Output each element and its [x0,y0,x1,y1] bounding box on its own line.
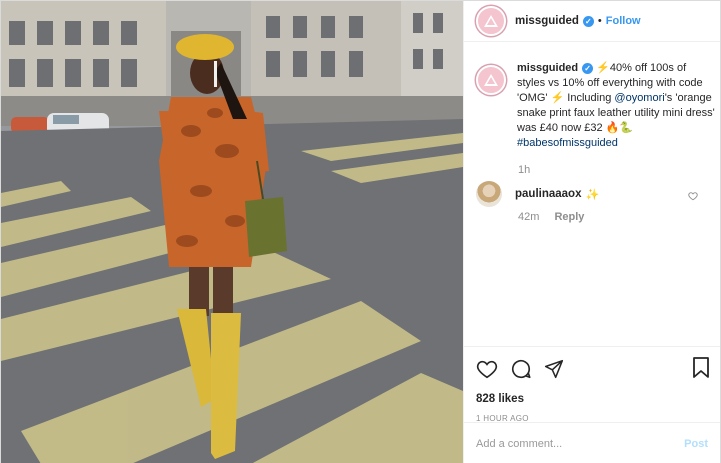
post-photo[interactable] [1,1,463,463]
comment-meta: 42m Reply [518,211,596,223]
caption-text: missguided ✓ ⚡40% off 100s of styles vs 1… [517,61,717,151]
brand-logo-icon [484,15,498,27]
post-comment-button[interactable]: Post [684,438,708,450]
add-comment-input[interactable] [476,437,685,450]
verified-badge-icon: ✓ [582,15,594,27]
comment-time[interactable]: 42m [518,211,539,223]
street-photo [1,1,463,463]
caption-part-2: Including [564,92,615,104]
sparkles-emoji-icon: ✨ [585,188,600,201]
comment-icon[interactable] [510,358,532,380]
commenter-username[interactable]: paulinaaaox [515,188,581,200]
post-side-panel: missguided ✓ • Follow missguided ✓ ⚡40% o… [463,1,720,463]
account-avatar[interactable] [476,6,506,36]
header-username[interactable]: missguided [515,15,579,27]
commenter-avatar[interactable] [476,181,502,207]
comment-item: paulinaaaox ✨ [476,181,708,207]
caption-time[interactable]: 1h [518,164,530,176]
like-comment-icon[interactable] [688,191,698,201]
comment-composer: Post [464,422,720,463]
lightning-emoji-icon: ⚡ [596,62,610,74]
fire-snake-emoji-icon: 🔥🐍 [605,122,634,134]
share-icon[interactable] [544,359,564,379]
hashtag-link[interactable]: #babesofmissguided [517,137,618,149]
action-icons [476,357,708,381]
mention-link[interactable]: @oyomori [614,92,664,104]
post-header: missguided ✓ • Follow [464,1,720,42]
separator-dot: • [597,15,602,27]
likes-count[interactable]: 828 likes [476,393,708,405]
lightning-emoji-icon: ⚡ [550,92,565,104]
heart-icon[interactable] [476,358,498,380]
brand-logo-icon [484,74,498,86]
verified-badge-icon: ✓ [582,63,594,74]
reply-button[interactable]: Reply [554,211,584,223]
follow-button[interactable]: Follow [606,15,641,27]
post-actions: 828 likes 1 hour ago [464,346,720,423]
caption-avatar[interactable] [476,65,506,95]
post-modal: missguided ✓ • Follow missguided ✓ ⚡40% o… [0,0,721,463]
bookmark-icon[interactable] [692,357,710,379]
post-caption: missguided ✓ ⚡40% off 100s of styles vs 1… [476,61,721,151]
caption-username[interactable]: missguided [517,62,578,74]
